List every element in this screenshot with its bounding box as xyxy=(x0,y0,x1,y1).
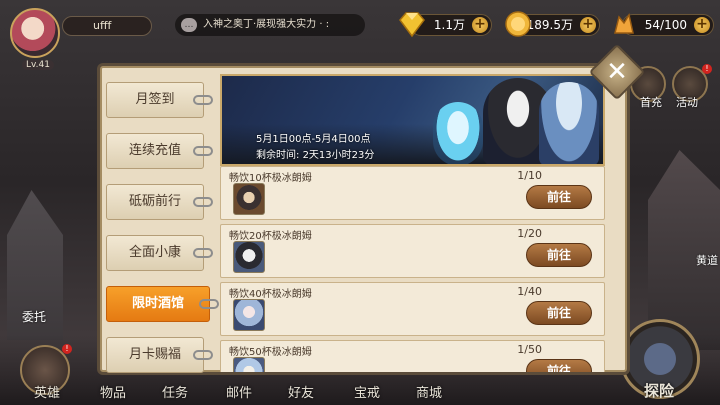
tab-continuous-recharge[interactable]: 连续充值 xyxy=(106,133,213,169)
tab-label: 月卡赐福 xyxy=(128,347,181,362)
add-diamond-button[interactable]: + xyxy=(472,17,488,33)
background-tower-right xyxy=(648,150,720,350)
go-button[interactable]: 前往 xyxy=(526,301,592,325)
task-progress: 1/50 xyxy=(517,343,542,356)
nav-explore[interactable]: 探险 xyxy=(644,380,674,401)
task-progress: 1/10 xyxy=(517,169,542,182)
zodiac-label: 黄道 xyxy=(696,254,718,267)
reward-wolf-portrait[interactable] xyxy=(233,241,265,273)
stamina-value: 54/100 xyxy=(644,18,687,32)
add-gold-button[interactable]: + xyxy=(580,17,596,33)
go-button[interactable]: 前往 xyxy=(526,243,592,267)
task-progress: 1/20 xyxy=(517,227,542,240)
task-row: 畅饮50杯极冰朗姆 1/50 前往 xyxy=(220,340,605,372)
task-row: 畅饮40杯极冰朗姆 1/40 前往 xyxy=(220,282,605,336)
tab-label: 限时酒馆 xyxy=(131,296,184,311)
add-stamina-button[interactable]: + xyxy=(694,17,710,33)
event-banner: 5月1日00点-5月4日00点 剩余时间: 2天13小时23分 xyxy=(220,74,605,166)
player-level: Lv.41 xyxy=(22,60,54,70)
ticker-text: 入神之奥丁·展现强大实力 · : xyxy=(203,19,330,30)
player-name: ufff xyxy=(62,16,152,36)
entrust-label[interactable]: 委托 xyxy=(22,308,46,325)
banner-ice-spirit xyxy=(433,102,483,164)
top-bar: Lv.41 ufff … 入神之奥丁·展现强大实力 · : 1.1万 + 189… xyxy=(0,0,720,70)
tab-limited-tavern[interactable]: 限时酒馆 xyxy=(106,286,219,322)
reward-queen-portrait[interactable] xyxy=(233,299,265,331)
nav-hero[interactable]: 英雄 xyxy=(34,382,60,401)
tab-prosperity[interactable]: 全面小康 xyxy=(106,235,213,271)
gold-value: 189.5万 xyxy=(526,18,573,32)
diamond-icon xyxy=(399,12,425,38)
tab-label: 全面小康 xyxy=(128,245,181,260)
stamina-counter: 54/100 + xyxy=(614,13,714,36)
event-remaining-time: 剩余时间: 2天13小时23分 xyxy=(256,146,374,161)
task-title: 畅饮20杯极冰朗姆 xyxy=(229,231,312,242)
news-ticker[interactable]: … 入神之奥丁·展现强大实力 · : xyxy=(175,14,365,36)
chat-icon: … xyxy=(181,18,197,32)
nav-friends[interactable]: 好友 xyxy=(288,382,314,401)
gold-coin-icon xyxy=(505,11,531,37)
remaining-label: 剩余时间: xyxy=(256,150,300,161)
tab-clip-icon xyxy=(199,299,219,309)
tab-clip-icon xyxy=(193,350,213,360)
diamond-value: 1.1万 xyxy=(433,18,465,32)
tab-label: 月签到 xyxy=(135,92,175,107)
event-label: 活动 xyxy=(676,96,698,109)
event-tabs: 月签到 连续充值 砥砺前行 全面小康 限时酒馆 月卡赐福 xyxy=(106,82,219,388)
task-row: 畅饮20杯极冰朗姆 1/20 前往 xyxy=(220,224,605,278)
gold-counter: 189.5万 + xyxy=(505,11,600,37)
tab-clip-icon xyxy=(193,248,213,258)
task-row: 畅饮10杯极冰朗姆 1/10 前往 xyxy=(220,166,605,220)
tab-clip-icon xyxy=(193,95,213,105)
tab-label: 连续充值 xyxy=(128,143,181,158)
reward-hero-portrait[interactable] xyxy=(233,357,265,372)
close-icon: ✕ xyxy=(606,57,628,87)
go-button[interactable]: 前往 xyxy=(526,185,592,209)
task-title: 畅饮50杯极冰朗姆 xyxy=(229,347,312,358)
task-list[interactable]: 畅饮10杯极冰朗姆 1/10 前往 畅饮20杯极冰朗姆 1/20 前往 畅饮40… xyxy=(220,166,605,372)
task-progress: 1/40 xyxy=(517,285,542,298)
first-recharge-label: 首充 xyxy=(640,96,662,109)
tab-clip-icon xyxy=(193,197,213,207)
event-panel: 月签到 连续充值 砥砺前行 全面小康 限时酒馆 月卡赐福 5月1日00点-5月4… xyxy=(100,66,627,373)
tab-clip-icon xyxy=(193,146,213,156)
tab-forge-ahead[interactable]: 砥砺前行 xyxy=(106,184,213,220)
event-date-range: 5月1日00点-5月4日00点 xyxy=(256,134,371,145)
event-alert-badge: ! xyxy=(702,64,712,74)
reward-hero-portrait[interactable] xyxy=(233,183,265,215)
remaining-value: 2天13小时23分 xyxy=(302,150,375,161)
player-avatar[interactable] xyxy=(10,8,60,58)
nav-mail[interactable]: 邮件 xyxy=(226,382,252,401)
tab-monthly-signin[interactable]: 月签到 xyxy=(106,82,213,118)
hero-alert-badge: ! xyxy=(62,344,72,354)
task-title: 畅饮40杯极冰朗姆 xyxy=(229,289,312,300)
banner-ice-queen xyxy=(539,82,599,164)
tab-label: 砥砺前行 xyxy=(128,194,181,209)
tab-monthly-card[interactable]: 月卡赐福 xyxy=(106,337,213,373)
stamina-icon xyxy=(614,13,634,34)
task-title: 畅饮10杯极冰朗姆 xyxy=(229,173,312,184)
go-button[interactable]: 前往 xyxy=(526,359,592,372)
nav-treasure[interactable]: 宝戒 xyxy=(354,382,380,401)
diamond-counter: 1.1万 + xyxy=(399,12,492,38)
nav-shop[interactable]: 商城 xyxy=(416,382,442,401)
